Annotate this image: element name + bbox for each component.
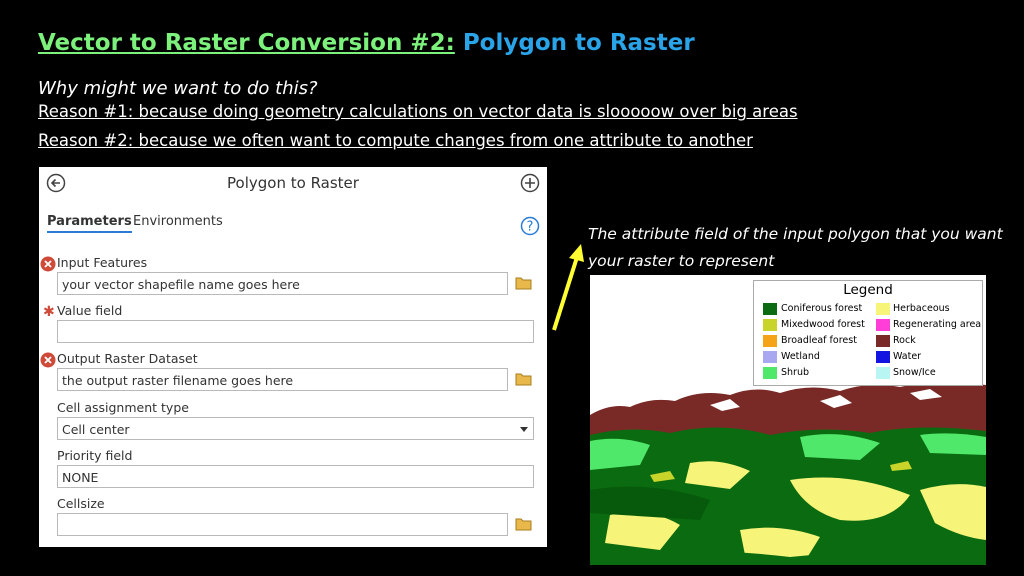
tool-title: Polygon to Raster — [227, 174, 359, 192]
slide-title: Vector to Raster Conversion #2: Polygon … — [38, 30, 695, 56]
chevron-down-icon — [520, 427, 528, 432]
polygon-to-raster-panel: Polygon to Raster Parameters Environment… — [39, 167, 547, 547]
legend-swatch — [876, 351, 890, 363]
folder-icon[interactable] — [515, 372, 533, 386]
add-icon[interactable] — [520, 173, 540, 193]
cellsize-input[interactable] — [57, 513, 508, 536]
legend-item: Coniferous forest — [781, 303, 863, 314]
cell-assignment-dropdown[interactable]: Cell center — [57, 417, 534, 440]
legend-title: Legend — [843, 282, 893, 298]
legend-item: Rock — [893, 335, 916, 346]
legend-swatch — [763, 319, 777, 331]
priority-field-label: Priority field — [57, 448, 133, 463]
tab-parameters[interactable]: Parameters — [47, 214, 132, 233]
cell-assignment-value: Cell center — [62, 422, 130, 437]
legend-item: Mixedwood forest — [781, 319, 865, 330]
question-text: Why might we want to do this? — [38, 78, 318, 99]
folder-icon[interactable] — [515, 517, 533, 531]
map-legend: Legend Coniferous forest Herbaceous Mixe… — [753, 280, 983, 386]
output-raster-field[interactable]: the output raster filename goes here — [57, 368, 508, 391]
legend-swatch — [876, 319, 890, 331]
cell-assignment-label: Cell assignment type — [57, 400, 189, 415]
reason-1-text: Reason #1: because doing geometry calcul… — [38, 102, 798, 121]
legend-item: Shrub — [781, 367, 810, 378]
legend-item: Regenerating area — [893, 319, 982, 330]
cellsize-label: Cellsize — [57, 496, 105, 511]
legend-item: Broadleaf forest — [781, 335, 857, 346]
reason-2-text: Reason #2: because we often want to comp… — [38, 131, 753, 150]
yellow-arrow — [552, 244, 584, 331]
legend-item: Herbaceous — [893, 303, 950, 314]
legend-swatch — [763, 303, 777, 315]
tab-environments[interactable]: Environments — [133, 214, 223, 229]
legend-swatch — [876, 303, 890, 315]
svg-text:?: ? — [527, 220, 534, 235]
legend-swatch — [763, 351, 777, 363]
legend-swatch — [876, 367, 890, 379]
legend-item: Snow/Ice — [893, 367, 936, 378]
legend-swatch — [876, 335, 890, 347]
input-features-field[interactable]: your vector shapefile name goes here — [57, 272, 508, 295]
legend-swatch — [763, 335, 777, 347]
title-part1: Vector to Raster Conversion #2: — [38, 30, 455, 56]
required-star-icon: ✱ — [43, 304, 55, 320]
priority-field-input[interactable]: NONE — [57, 465, 534, 488]
legend-item: Wetland — [781, 351, 820, 362]
input-features-label: Input Features — [57, 255, 148, 270]
annotation-text: The attribute field of the input polygon… — [588, 225, 1003, 270]
help-icon[interactable]: ? — [520, 216, 540, 236]
error-icon — [40, 352, 56, 368]
value-field-input[interactable] — [57, 320, 534, 343]
legend-item: Water — [893, 351, 922, 362]
title-part2: Polygon to Raster — [462, 30, 695, 56]
output-raster-label: Output Raster Dataset — [57, 351, 198, 366]
legend-swatch — [763, 367, 777, 379]
error-icon — [40, 256, 56, 272]
folder-icon[interactable] — [515, 276, 533, 290]
value-field-label: Value field — [57, 303, 123, 318]
